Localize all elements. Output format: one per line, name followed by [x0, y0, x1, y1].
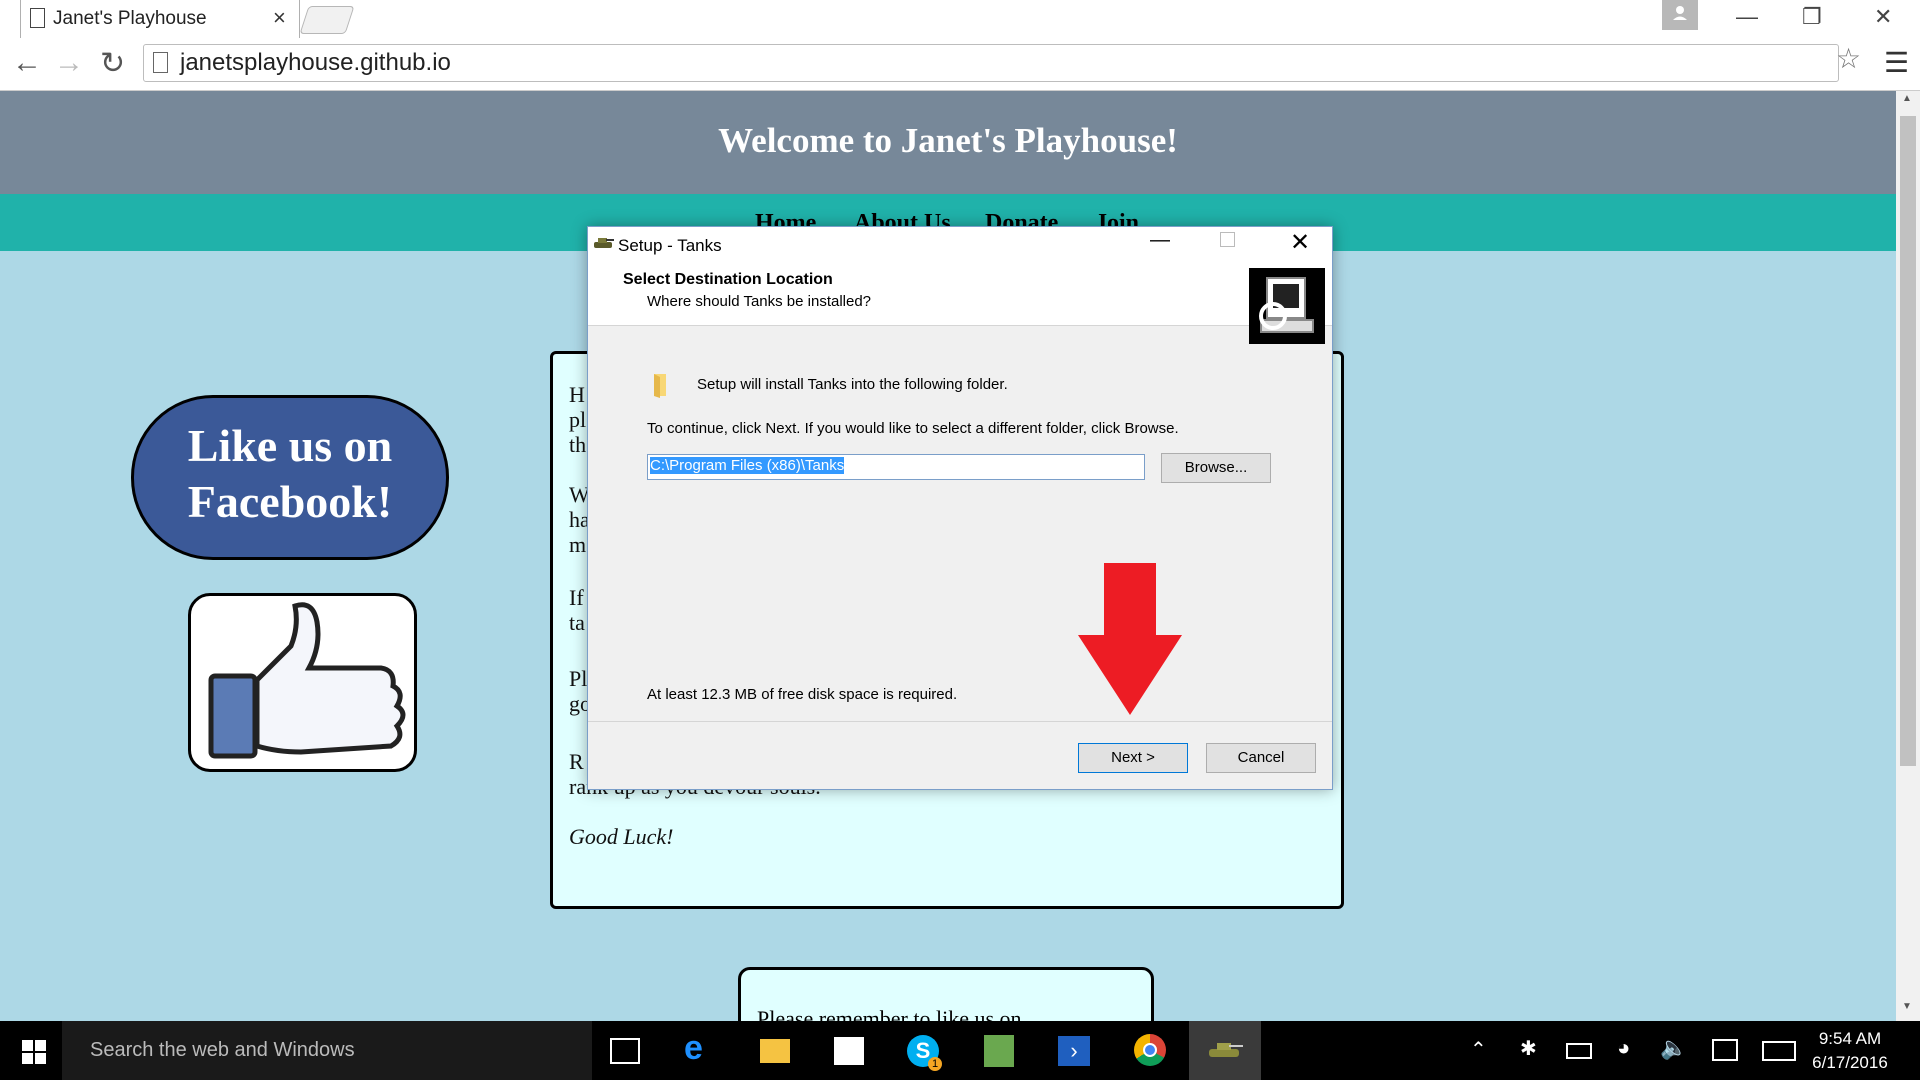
restore-icon[interactable]: ❐	[1802, 4, 1822, 30]
content-fragment: Pl	[569, 666, 588, 691]
continue-text: To continue, click Next. If you would li…	[647, 420, 1179, 437]
scroll-up-icon[interactable]: ▲	[1902, 93, 1912, 104]
window-close-icon[interactable]: ✕	[1874, 4, 1892, 30]
new-tab-button[interactable]	[299, 6, 355, 34]
taskbar-search-text: Search the web and Windows	[90, 1039, 355, 1061]
tank-icon	[594, 238, 614, 248]
content-fragment: If	[569, 585, 584, 610]
powershell-icon[interactable]: ›	[1058, 1036, 1090, 1066]
setup-dialog: Setup - Tanks — ✕ Select Destination Loc…	[587, 226, 1333, 790]
content-good-luck: Good Luck!	[569, 824, 674, 849]
browser-tab[interactable]: Janet's Playhouse ×	[20, 0, 300, 38]
thumbs-up-icon	[208, 602, 406, 759]
volume-icon[interactable]: 🔈	[1660, 1035, 1687, 1061]
store-icon[interactable]	[834, 1037, 864, 1065]
back-icon[interactable]: ←	[12, 46, 42, 80]
next-button[interactable]: Next >	[1078, 743, 1188, 773]
battery-icon[interactable]	[1566, 1043, 1592, 1059]
forward-icon[interactable]: →	[54, 46, 84, 80]
dialog-minimize-icon[interactable]: —	[1150, 229, 1170, 252]
bookmark-star-icon[interactable]: ☆	[1836, 42, 1861, 75]
minimize-icon[interactable]: —	[1736, 4, 1758, 30]
disk-space-text: At least 12.3 MB of free disk space is r…	[647, 686, 958, 703]
task-view-icon[interactable]	[610, 1038, 640, 1064]
dialog-close-icon[interactable]: ✕	[1290, 228, 1310, 257]
red-arrow-icon	[1078, 563, 1182, 715]
dialog-header: Select Destination Location Where should…	[588, 261, 1332, 344]
profile-avatar-icon[interactable]	[1662, 0, 1698, 30]
tab-title: Janet's Playhouse	[53, 8, 207, 29]
path-value: C:\Program Files (x86)\Tanks	[650, 457, 845, 474]
show-hidden-icons[interactable]: ⌃	[1470, 1037, 1487, 1062]
address-bar[interactable]: janetsplayhouse.github.io	[143, 44, 1839, 82]
dialog-separator	[588, 721, 1332, 722]
page-info-icon	[153, 52, 168, 73]
content-fragment: ta	[569, 610, 585, 635]
clock-date: 6/17/2016	[1812, 1053, 1888, 1072]
windows-taskbar: Search the web and Windows e S 1 › ⌃ ✱ ◕…	[0, 1021, 1920, 1080]
keyboard-icon[interactable]	[1762, 1041, 1796, 1061]
taskbar-search-box[interactable]: Search the web and Windows	[62, 1021, 592, 1080]
wifi-icon[interactable]: ◕	[1617, 1035, 1630, 1061]
dialog-subheading: Where should Tanks be installed?	[647, 293, 872, 310]
facebook-cta-line2: Facebook!	[187, 476, 393, 527]
facebook-like-button[interactable]: Like us on Facebook!	[131, 395, 449, 560]
remember-text: Please remember to like us on	[757, 1006, 1022, 1021]
cancel-button[interactable]: Cancel	[1206, 743, 1316, 773]
tank-taskbar-icon	[1209, 1043, 1243, 1057]
notepad-icon[interactable]	[984, 1035, 1014, 1067]
browse-button[interactable]: Browse...	[1161, 453, 1271, 483]
remember-panel: Please remember to like us on	[738, 967, 1154, 1021]
scroll-down-icon[interactable]: ▼	[1902, 1001, 1912, 1012]
windows-start-icon[interactable]	[22, 1040, 46, 1064]
content-fragment: th	[569, 432, 587, 457]
tab-strip: Janet's Playhouse × — ❐ ✕	[0, 0, 1920, 38]
reload-icon[interactable]: ↻	[100, 46, 125, 81]
setup-computer-icon	[1249, 268, 1325, 344]
dialog-heading: Select Destination Location	[623, 271, 833, 288]
bluetooth-icon[interactable]: ✱	[1520, 1036, 1537, 1061]
hero-banner: Welcome to Janet's Playhouse!	[0, 91, 1896, 194]
chrome-menu-icon[interactable]: ☰	[1884, 46, 1909, 79]
dialog-titlebar: Setup - Tanks — ✕	[588, 227, 1332, 261]
clock-time: 9:54 AM	[1818, 1029, 1882, 1048]
facebook-cta-line1: Like us on	[187, 420, 393, 471]
edge-icon[interactable]: e	[684, 1029, 703, 1068]
content-fragment: H	[569, 382, 585, 407]
file-explorer-icon[interactable]	[760, 1039, 790, 1063]
browser-toolbar: ← → ↻ janetsplayhouse.github.io ☆ ☰	[0, 38, 1920, 91]
taskbar-clock[interactable]: 9:54 AM 6/17/2016	[1800, 1027, 1900, 1075]
action-center-icon[interactable]	[1712, 1039, 1738, 1061]
content-fragment: pl	[569, 407, 587, 432]
skype-badge: 1	[928, 1057, 942, 1071]
url-text: janetsplayhouse.github.io	[180, 49, 451, 76]
page-icon	[30, 8, 45, 28]
destination-path-input[interactable]: C:\Program Files (x86)\Tanks	[647, 454, 1145, 480]
content-fragment: m	[569, 532, 587, 557]
dialog-maximize-icon	[1220, 232, 1235, 247]
folder-icon	[654, 374, 666, 398]
chrome-icon[interactable]	[1134, 1034, 1166, 1066]
tab-close-icon[interactable]: ×	[273, 5, 286, 31]
thumbs-up-image[interactable]	[188, 593, 417, 772]
page-title: Welcome to Janet's Playhouse!	[718, 121, 1178, 160]
dialog-title: Setup - Tanks	[618, 236, 722, 255]
tanks-taskbar-button[interactable]	[1189, 1021, 1261, 1080]
scroll-thumb[interactable]	[1900, 116, 1916, 766]
content-fragment: R	[569, 749, 584, 774]
install-text: Setup will install Tanks into the follow…	[697, 376, 1008, 393]
